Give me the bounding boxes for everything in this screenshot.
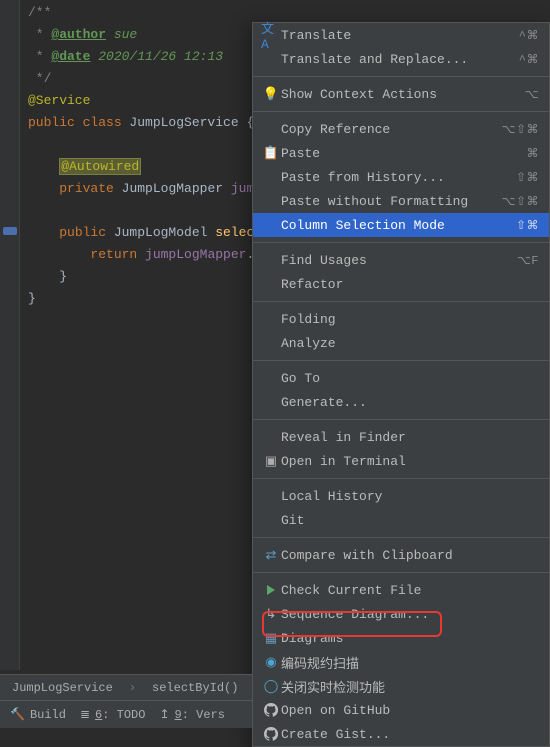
menu-separator	[253, 242, 549, 243]
menu-item-local-history[interactable]: Local History	[253, 484, 549, 508]
breadcrumb-item[interactable]: JumpLogService	[12, 681, 113, 695]
menu-item-reveal-finder[interactable]: Reveal in Finder	[253, 425, 549, 449]
menu-item-column-selection[interactable]: Column Selection Mode ⇧⌘	[253, 213, 549, 237]
menu-item-compare-clipboard[interactable]: ⇄ Compare with Clipboard	[253, 543, 549, 567]
scan-icon: ◉	[261, 655, 281, 670]
chevron-right-icon: ›	[129, 681, 136, 695]
menu-item-folding[interactable]: Folding	[253, 307, 549, 331]
menu-item-translate[interactable]: 文A Translate ^⌘	[253, 23, 549, 47]
clipboard-icon: 📋	[261, 146, 281, 161]
terminal-icon: ▣	[261, 454, 281, 469]
tool-build[interactable]: 🔨 Build	[10, 707, 66, 722]
menu-item-realtime-off[interactable]: ◯ 关闭实时检测功能	[253, 674, 549, 698]
translate-icon: 文A	[261, 18, 281, 52]
toggle-icon: ◯	[261, 679, 281, 694]
javadoc-tag: @date	[51, 49, 90, 64]
menu-item-show-context-actions[interactable]: 💡 Show Context Actions ⌥	[253, 82, 549, 106]
menu-item-paste-history[interactable]: Paste from History... ⇧⌘	[253, 165, 549, 189]
list-icon: ≣	[80, 707, 90, 722]
breadcrumb-item[interactable]: selectById()	[152, 681, 238, 695]
comment: /**	[28, 5, 51, 20]
menu-separator	[253, 111, 549, 112]
tool-version-control[interactable]: ↥ 9: Vers	[159, 707, 224, 722]
menu-separator	[253, 301, 549, 302]
annotation-autowired: @Autowired	[59, 158, 141, 175]
menu-item-copy-reference[interactable]: Copy Reference ⌥⇧⌘	[253, 117, 549, 141]
menu-separator	[253, 572, 549, 573]
annotation: @Service	[28, 93, 90, 108]
bulb-icon: 💡	[261, 87, 281, 102]
branch-icon: ↥	[159, 707, 169, 722]
breadcrumb-bar[interactable]: JumpLogService › selectById()	[0, 674, 252, 700]
tool-todo[interactable]: ≣ 6: TODO	[80, 707, 145, 722]
diagram-icon: ▦	[261, 631, 281, 646]
gutter-override-marker[interactable]	[3, 227, 17, 235]
menu-item-translate-replace[interactable]: Translate and Replace... ^⌘	[253, 47, 549, 71]
editor-gutter	[0, 0, 20, 670]
hammer-icon: 🔨	[10, 707, 25, 722]
menu-item-analyze[interactable]: Analyze	[253, 331, 549, 355]
bottom-toolbar[interactable]: 🔨 Build ≣ 6: TODO ↥ 9: Vers	[0, 700, 252, 728]
github-icon	[261, 727, 281, 741]
menu-item-generate[interactable]: Generate...	[253, 390, 549, 414]
menu-separator	[253, 419, 549, 420]
menu-item-paste-no-format[interactable]: Paste without Formatting ⌥⇧⌘	[253, 189, 549, 213]
javadoc-tag: @author	[51, 27, 106, 42]
menu-item-goto[interactable]: Go To	[253, 366, 549, 390]
menu-item-diagrams[interactable]: ▦ Diagrams	[253, 626, 549, 650]
menu-separator	[253, 478, 549, 479]
diff-icon: ⇄	[261, 548, 281, 563]
menu-item-find-usages[interactable]: Find Usages ⌥F	[253, 248, 549, 272]
play-icon	[261, 585, 281, 595]
menu-item-refactor[interactable]: Refactor	[253, 272, 549, 296]
github-icon	[261, 703, 281, 717]
menu-separator	[253, 360, 549, 361]
context-menu[interactable]: 文A Translate ^⌘ Translate and Replace...…	[252, 22, 550, 747]
menu-item-paste[interactable]: 📋 Paste ⌘	[253, 141, 549, 165]
menu-separator	[253, 537, 549, 538]
menu-separator	[253, 76, 549, 77]
sequence-icon: ↳	[261, 607, 281, 622]
menu-item-create-gist[interactable]: Create Gist...	[253, 722, 549, 746]
menu-item-git[interactable]: Git	[253, 508, 549, 532]
menu-item-code-scan[interactable]: ◉ 编码规约扫描	[253, 650, 549, 674]
menu-item-open-github[interactable]: Open on GitHub	[253, 698, 549, 722]
menu-item-check-file[interactable]: Check Current File	[253, 578, 549, 602]
menu-item-open-terminal[interactable]: ▣ Open in Terminal	[253, 449, 549, 473]
menu-item-sequence-diagram[interactable]: ↳ Sequence Diagram...	[253, 602, 549, 626]
